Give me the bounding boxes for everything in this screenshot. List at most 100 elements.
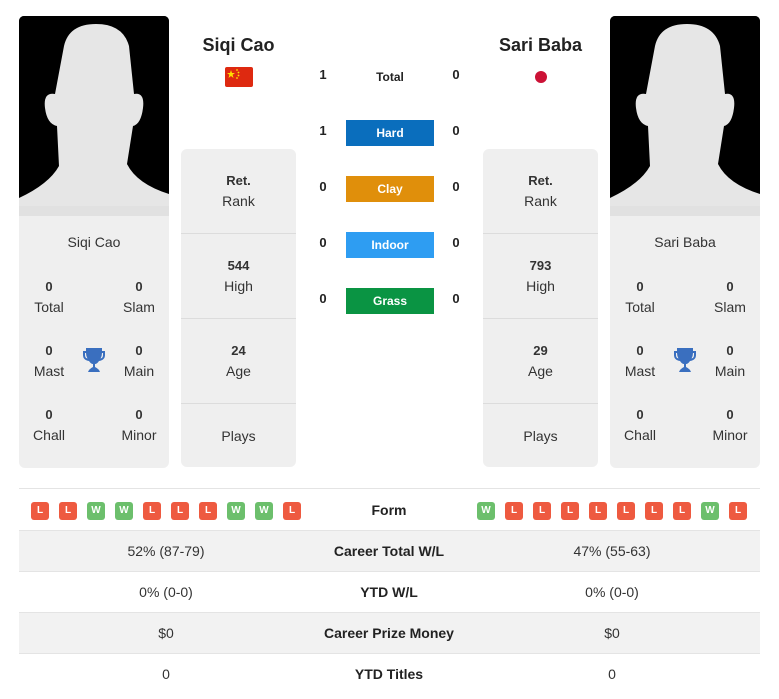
form-loss-badge[interactable]: L xyxy=(171,502,189,520)
player2-ytd-titles: 0 xyxy=(608,666,616,682)
career-total-wl-label: Career Total W/L xyxy=(333,543,445,559)
player1-ytd-wl: 0% (0-0) xyxy=(139,584,193,600)
player2-card-name[interactable]: Sari Baba xyxy=(610,234,760,250)
h2h-hard-p1: 1 xyxy=(319,123,327,138)
form-win-badge[interactable]: W xyxy=(227,502,245,520)
player2-titles-mast: 0 Mast xyxy=(610,341,670,381)
form-loss-badge[interactable]: L xyxy=(729,502,747,520)
player2-career-prize-money: $0 xyxy=(604,625,620,641)
form-loss-badge[interactable]: L xyxy=(143,502,161,520)
player2-photo xyxy=(610,16,760,216)
career-prize-money-label: Career Prize Money xyxy=(324,625,454,641)
player2-high: 793 High xyxy=(483,234,598,319)
title-label: Main xyxy=(714,363,746,379)
form-row: LLWWLLLWWL Form WLLLLLLLWL xyxy=(19,488,760,530)
ytd-wl-label: YTD W/L xyxy=(360,584,418,600)
surface-hard-badge[interactable]: Hard xyxy=(346,120,434,146)
h2h-grass-p2: 0 xyxy=(452,291,460,306)
surface-indoor-badge[interactable]: Indoor xyxy=(346,232,434,258)
form-loss-badge[interactable]: L xyxy=(505,502,523,520)
player2-name[interactable]: Sari Baba xyxy=(483,35,598,56)
player1-stats: Ret. Rank 544 High 24 Age Plays xyxy=(181,149,296,467)
title-value: 0 xyxy=(135,343,143,358)
player2-card: Sari Baba 0 Total 0 Slam 0 Mast 0 Main 0… xyxy=(610,216,760,468)
title-label: Minor xyxy=(121,427,157,443)
form-win-badge[interactable]: W xyxy=(87,502,105,520)
player1-rank: Ret. Rank xyxy=(181,149,296,234)
title-value: 0 xyxy=(45,407,53,422)
player2-titles-total: 0 Total xyxy=(610,277,670,317)
form-loss-badge[interactable]: L xyxy=(31,502,49,520)
h2h-total-p1: 1 xyxy=(319,67,327,82)
title-label: Minor xyxy=(712,427,748,443)
title-value: 0 xyxy=(636,279,644,294)
career-total-wl-row: 52% (87-79) Career Total W/L 47% (55-63) xyxy=(19,530,760,571)
player1-card: Siqi Cao 0 Total 0 Slam 0 Mast 0 Main 0 … xyxy=(19,216,169,468)
high-value: 544 xyxy=(227,258,250,273)
form-loss-badge[interactable]: L xyxy=(199,502,217,520)
player1-titles-main: 0 Main xyxy=(109,341,169,381)
player1-career-prize-money: $0 xyxy=(158,625,174,641)
age-value: 29 xyxy=(533,343,548,358)
form-loss-badge[interactable]: L xyxy=(561,502,579,520)
form-win-badge[interactable]: W xyxy=(115,502,133,520)
player2-titles-chall: 0 Chall xyxy=(610,405,670,445)
player2-stats: Ret. Rank 793 High 29 Age Plays xyxy=(483,149,598,467)
rank-value: Ret. xyxy=(226,173,251,188)
h2h-total-label: Total xyxy=(376,70,404,84)
ytd-titles-label: YTD Titles xyxy=(354,666,424,682)
player1-name[interactable]: Siqi Cao xyxy=(181,35,296,56)
title-value: 0 xyxy=(45,279,53,294)
form-loss-badge[interactable]: L xyxy=(617,502,635,520)
title-value: 0 xyxy=(636,407,644,422)
h2h-hard-p2: 0 xyxy=(452,123,460,138)
form-win-badge[interactable]: W xyxy=(255,502,273,520)
form-loss-badge[interactable]: L xyxy=(589,502,607,520)
age-value: 24 xyxy=(231,343,246,358)
h2h-clay-p1: 0 xyxy=(319,179,327,194)
rank-value: Ret. xyxy=(528,173,553,188)
title-value: 0 xyxy=(135,279,143,294)
surface-clay-badge[interactable]: Clay xyxy=(346,176,434,202)
form-loss-badge[interactable]: L xyxy=(645,502,663,520)
form-win-badge[interactable]: W xyxy=(477,502,495,520)
title-label: Slam xyxy=(123,299,155,315)
title-label: Slam xyxy=(714,299,746,315)
player1-plays: Plays xyxy=(181,404,296,467)
title-label: Chall xyxy=(33,427,65,443)
player1-card-name[interactable]: Siqi Cao xyxy=(19,234,169,250)
form-win-badge[interactable]: W xyxy=(701,502,719,520)
form-loss-badge[interactable]: L xyxy=(59,502,77,520)
player1-ytd-titles: 0 xyxy=(162,666,170,682)
h2h-total-p2: 0 xyxy=(452,67,460,82)
title-value: 0 xyxy=(726,279,734,294)
title-value: 0 xyxy=(726,343,734,358)
form-loss-badge[interactable]: L xyxy=(673,502,691,520)
title-value: 0 xyxy=(45,343,53,358)
player1-age: 24 Age xyxy=(181,319,296,404)
rank-label: Rank xyxy=(524,193,557,209)
trophy-icon xyxy=(83,347,105,378)
title-label: Mast xyxy=(624,363,656,379)
player2-age: 29 Age xyxy=(483,319,598,404)
career-prize-money-row: $0 Career Prize Money $0 xyxy=(19,612,760,653)
player2-titles-minor: 0 Minor xyxy=(700,405,760,445)
plays-label: Plays xyxy=(221,427,256,444)
player1-photo xyxy=(19,16,169,216)
form-label: Form xyxy=(371,502,407,518)
player2-rank: Ret. Rank xyxy=(483,149,598,234)
player1-titles-chall: 0 Chall xyxy=(19,405,79,445)
ytd-wl-row: 0% (0-0) YTD W/L 0% (0-0) xyxy=(19,571,760,612)
rank-label: Rank xyxy=(222,193,255,209)
player1-titles-mast: 0 Mast xyxy=(19,341,79,381)
high-label: High xyxy=(224,278,253,294)
high-value: 793 xyxy=(529,258,552,273)
ytd-titles-row: 0 YTD Titles 0 xyxy=(19,653,760,694)
title-value: 0 xyxy=(636,343,644,358)
form-loss-badge[interactable]: L xyxy=(533,502,551,520)
surface-grass-badge[interactable]: Grass xyxy=(346,288,434,314)
player2-titles-main: 0 Main xyxy=(700,341,760,381)
player2-ytd-wl: 0% (0-0) xyxy=(585,584,639,600)
h2h-indoor-p1: 0 xyxy=(319,235,327,250)
title-value: 0 xyxy=(135,407,143,422)
